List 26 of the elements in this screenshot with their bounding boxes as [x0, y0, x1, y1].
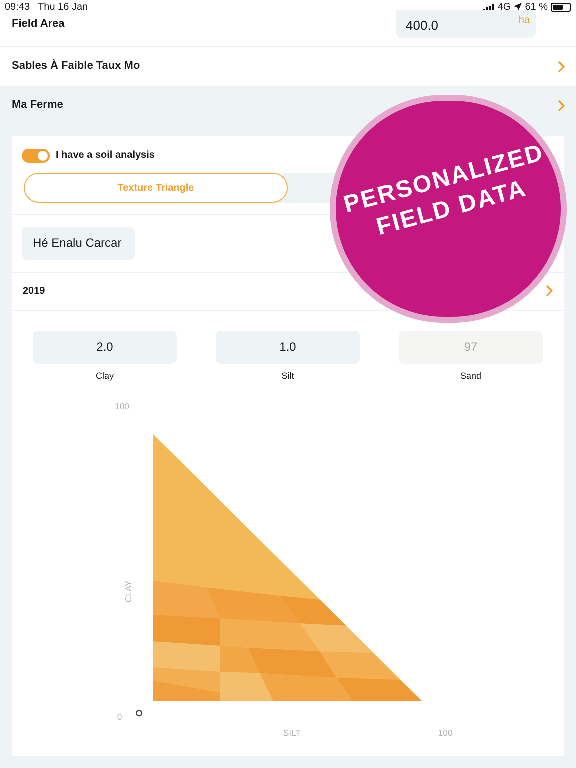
- y-axis-title: CLAY: [124, 580, 134, 603]
- x-axis-title: SILT: [283, 728, 301, 738]
- point-marker: [136, 710, 143, 717]
- chevron-right-icon: [558, 60, 566, 72]
- fraction-label: Clay: [96, 370, 114, 383]
- chevron-right-icon: [546, 285, 554, 298]
- fraction-input[interactable]: 2.0: [33, 330, 177, 364]
- axis-max-label: 100: [438, 728, 453, 738]
- year-label[interactable]: 2019: [23, 284, 46, 299]
- axis-origin-label: 0: [117, 712, 122, 722]
- field-area-label: Field Area: [12, 17, 65, 32]
- soil-analysis-label: I have a soil analysis: [56, 149, 155, 163]
- location-arrow-icon: [514, 3, 522, 11]
- status-time: 09:43: [5, 0, 30, 14]
- chevron-right-icon: [558, 100, 566, 112]
- field-area-input[interactable]: 400.0 ha: [396, 10, 536, 38]
- fraction-label: Silt: [282, 370, 294, 383]
- unit-label: ha: [518, 14, 530, 28]
- fraction-input[interactable]: 1.0: [216, 330, 360, 364]
- status-date: Thu 16 Jan: [38, 0, 88, 14]
- battery-icon: [551, 2, 571, 12]
- fraction-label: Sand: [460, 370, 482, 383]
- navigation-row[interactable]: Sables À Faible Taux Mo: [0, 47, 576, 86]
- analysis-name-field[interactable]: Hé Enalu Carcar: [22, 226, 135, 260]
- axis-max-label: 100: [115, 401, 130, 412]
- soil-analysis-toggle[interactable]: [22, 148, 50, 162]
